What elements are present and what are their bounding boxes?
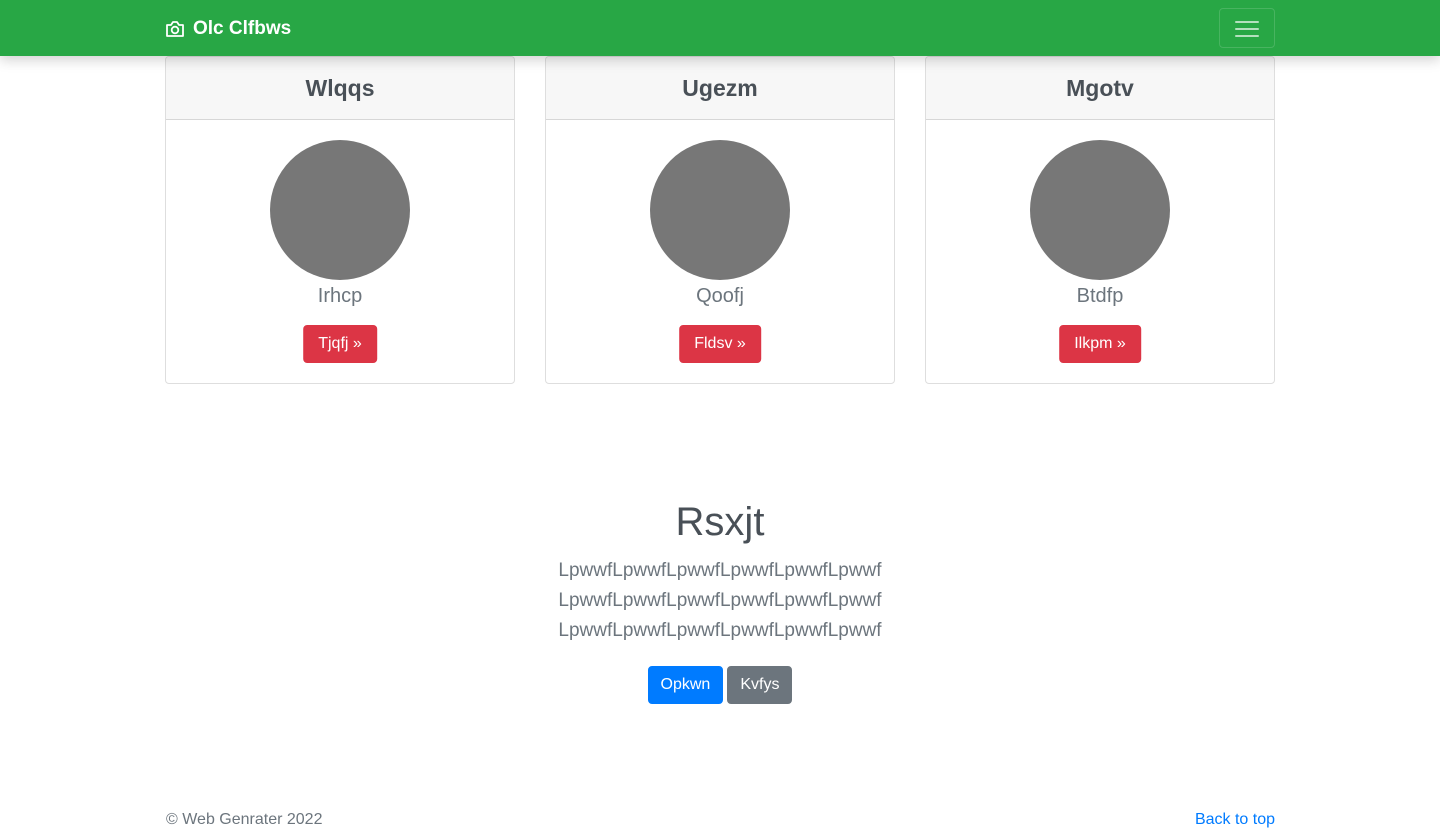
- avatar: [270, 140, 410, 280]
- card-action-button[interactable]: Tjqfj »: [303, 325, 377, 363]
- card-name: Btdfp: [1076, 285, 1124, 307]
- brand-link[interactable]: Olc Clfbws: [165, 16, 291, 42]
- card-name: Qoofj: [696, 285, 744, 307]
- card-action-button[interactable]: Ilkpm »: [1059, 325, 1141, 363]
- hero-text-line: LpwwfLpwwfLpwwfLpwwfLpwwfLpwwf: [558, 590, 882, 611]
- hero-button-group: Opkwn Kvfys: [0, 666, 1440, 704]
- navbar: Olc Clfbws: [0, 0, 1440, 56]
- card-title: Ugezm: [546, 57, 894, 120]
- secondary-button[interactable]: Kvfys: [727, 666, 793, 704]
- card-title: Mgotv: [926, 57, 1274, 120]
- avatar: [650, 140, 790, 280]
- card-action-button[interactable]: Fldsv »: [679, 325, 761, 363]
- back-to-top-link[interactable]: Back to top: [1195, 811, 1275, 829]
- footer-copyright: © Web Genrater 2022: [166, 811, 323, 828]
- hero-title: Rsxjt: [675, 500, 765, 544]
- hero-text: LpwwfLpwwfLpwwfLpwwfLpwwfLpwwf LpwwfLpww…: [0, 556, 1440, 646]
- navbar-toggler-button[interactable]: [1219, 8, 1275, 48]
- primary-button[interactable]: Opkwn: [647, 666, 724, 704]
- hero-text-line: LpwwfLpwwfLpwwfLpwwfLpwwfLpwwf: [558, 560, 882, 581]
- card-title: Wlqqs: [166, 57, 514, 120]
- hamburger-icon: [1235, 19, 1259, 39]
- card: Ugezm Qoofj Fldsv »: [545, 56, 895, 384]
- hero-text-line: LpwwfLpwwfLpwwfLpwwfLpwwfLpwwf: [558, 620, 882, 641]
- card: Wlqqs Irhcp Tjqfj »: [165, 56, 515, 384]
- card-grid: Wlqqs Irhcp Tjqfj » Ugezm Qoofj Fldsv » …: [165, 56, 1275, 384]
- avatar: [1030, 140, 1170, 280]
- camera-icon: [165, 20, 185, 38]
- brand-text: Olc Clfbws: [193, 18, 292, 39]
- card-name: Irhcp: [317, 285, 363, 307]
- hero-section: Rsxjt LpwwfLpwwfLpwwfLpwwfLpwwfLpwwf Lpw…: [0, 496, 1440, 704]
- card: Mgotv Btdfp Ilkpm »: [925, 56, 1275, 384]
